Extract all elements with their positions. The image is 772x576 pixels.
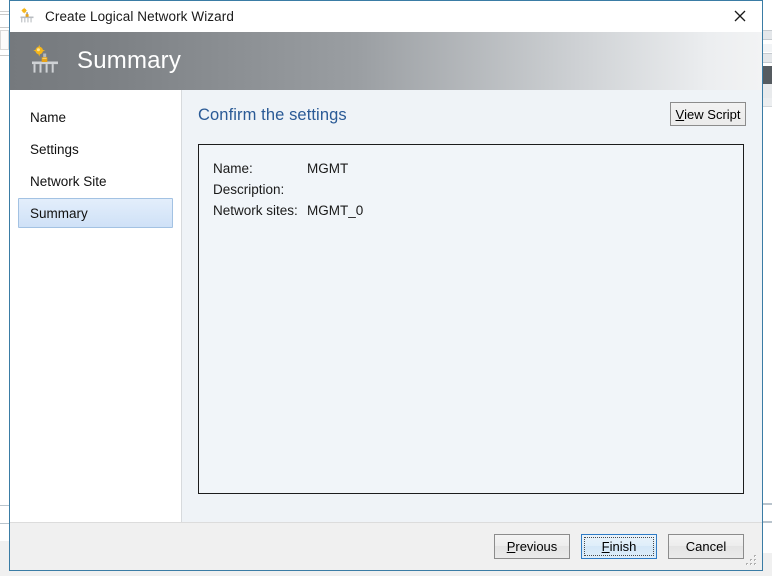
view-script-button[interactable]: View Script	[670, 102, 746, 126]
summary-label: Description:	[213, 182, 285, 197]
background-left-column	[0, 0, 9, 576]
create-logical-network-wizard-dialog: Create Logical Network Wizard Summary Na…	[9, 0, 763, 571]
background-left-tile-3	[0, 27, 9, 28]
summary-panel: Name: MGMT Description: Network sites: M…	[198, 144, 744, 494]
window-title: Create Logical Network Wizard	[45, 8, 234, 24]
dialog-footer: Previous Finish Cancel	[10, 522, 762, 570]
summary-value: MGMT_0	[307, 203, 364, 218]
sidebar-item-label: Network Site	[30, 173, 107, 189]
wizard-step-nav: Name Settings Network Site Summary	[10, 90, 182, 522]
logical-network-icon	[28, 44, 62, 78]
background-left-tile-6	[0, 505, 9, 506]
close-icon[interactable]	[717, 1, 762, 30]
title-bar: Create Logical Network Wizard	[10, 1, 762, 32]
background-left-tile-7	[0, 523, 9, 524]
cancel-label: Cancel	[685, 539, 727, 554]
finish-label: inish	[609, 539, 637, 554]
summary-row-name: Name: MGMT	[213, 161, 743, 182]
sidebar-item-name[interactable]: Name	[18, 102, 173, 132]
previous-button[interactable]: Previous	[494, 534, 570, 559]
sidebar-item-label: Name	[30, 109, 67, 125]
background-left-tile-4	[0, 30, 9, 50]
wizard-header: Summary	[10, 32, 762, 90]
background-left-tile-2	[0, 14, 9, 15]
summary-value: MGMT	[307, 161, 349, 176]
resize-grip-icon[interactable]	[744, 553, 758, 567]
sidebar-item-label: Summary	[30, 205, 88, 221]
content-header: Confirm the settings View Script	[182, 90, 762, 126]
sidebar-item-settings[interactable]: Settings	[18, 134, 173, 164]
summary-row-network-sites: Network sites: MGMT_0	[213, 203, 743, 224]
cancel-button[interactable]: Cancel	[668, 534, 744, 559]
content-title: Confirm the settings	[198, 106, 347, 124]
previous-label: revious	[515, 539, 558, 554]
sidebar-item-summary[interactable]: Summary	[18, 198, 173, 228]
summary-row-description: Description:	[213, 182, 743, 203]
view-script-accel: V	[675, 106, 685, 122]
summary-label: Name:	[213, 161, 253, 176]
sidebar-item-network-site[interactable]: Network Site	[18, 166, 173, 196]
page-title: Summary	[77, 47, 182, 74]
background-left-tile-5	[0, 55, 9, 56]
sidebar-item-label: Settings	[30, 141, 79, 157]
content-pane: Confirm the settings View Script Name: M…	[182, 90, 762, 522]
finish-accel: F	[601, 539, 610, 554]
finish-button[interactable]: Finish	[581, 534, 657, 559]
background-left-tile-1	[0, 2, 9, 12]
summary-label: Network sites:	[213, 203, 298, 218]
previous-accel: P	[506, 539, 516, 554]
dialog-body: Name Settings Network Site Summary Confi…	[10, 90, 762, 522]
logical-network-icon	[18, 7, 36, 25]
view-script-label: iew Script	[684, 106, 741, 122]
